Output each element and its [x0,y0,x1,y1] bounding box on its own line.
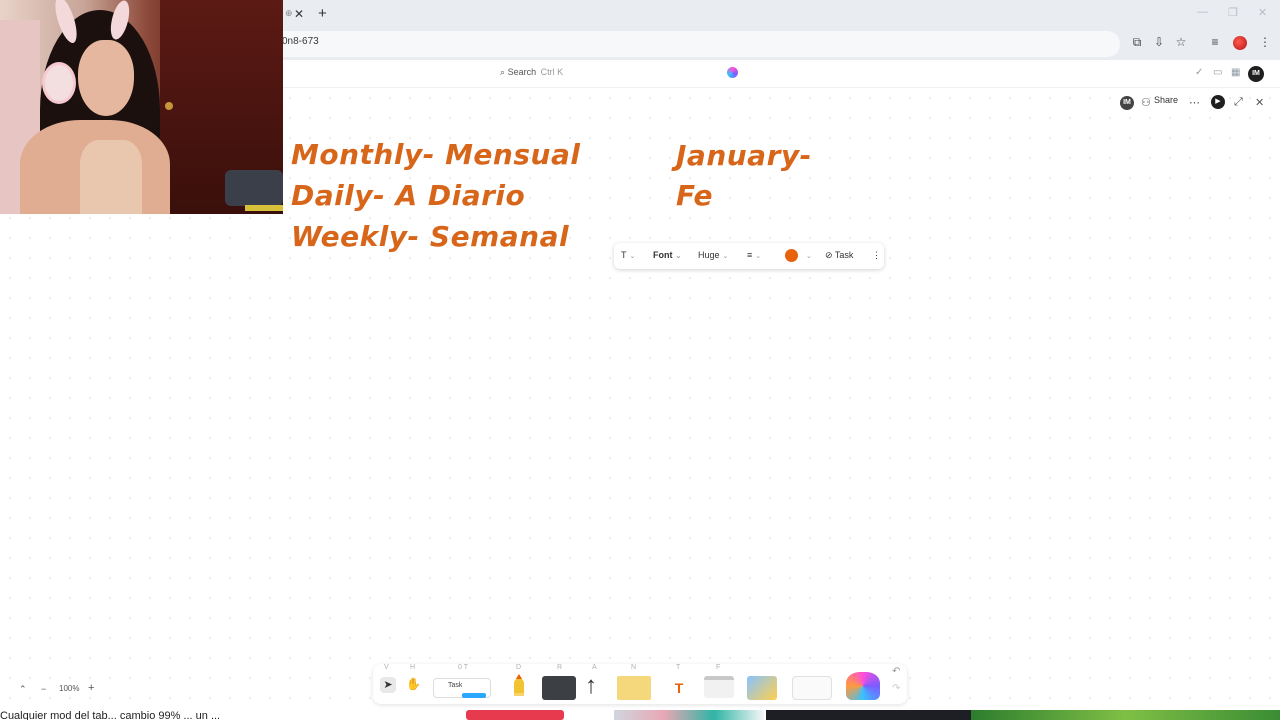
sparkle-icon[interactable] [727,67,738,78]
tool-key-task: 0 T [458,664,468,671]
share-icon: ⚇ [1141,97,1151,109]
canvas-text-line-2[interactable]: Daily- A Diario [291,179,525,212]
color-caret-icon[interactable]: ⌄ [803,250,812,260]
browser-menu-icon[interactable]: ⋮ [1257,34,1273,50]
task-icon: ⊘ [825,250,835,260]
text-type-icon: T [621,250,627,260]
taskbar-thumb-dark[interactable] [766,710,971,720]
webcam-top [80,140,142,214]
search-icon: ⌕ [500,67,506,77]
present-icon[interactable]: ▶ [1211,95,1225,109]
text-color-swatch[interactable] [785,249,798,262]
check-icon[interactable]: ✓ [1195,67,1203,78]
ai-tool-icon[interactable] [846,672,880,700]
font-label: Font [653,250,673,260]
canvas-text-line-1[interactable]: Monthly- Mensual [291,138,580,171]
zoom-level[interactable]: 100% [59,684,79,693]
webcam-hand [225,170,283,206]
text-format-toolbar: T ⌄ Font ⌄ Huge ⌄ ≡ ⌄ ⌄ ⊘ Task ⋮ [614,243,884,269]
shape-tool-icon[interactable] [542,676,576,700]
url-text[interactable]: 0n8-673 [282,36,319,47]
sticky-note-icon[interactable] [617,676,651,700]
install-icon[interactable]: ⇩ [1151,34,1167,50]
align-icon: ≡ [747,250,753,260]
collapse-icon[interactable]: ⌃ [19,684,27,695]
canvas-text-line-3[interactable]: Weekly- Semanal [291,220,569,253]
share-button[interactable]: Share [1154,95,1178,111]
frame-tool-icon[interactable] [704,676,734,698]
tool-key-draw: D [516,664,522,671]
undo-icon[interactable]: ↶ [892,666,900,677]
taskbar-thumb-green[interactable] [971,710,1280,720]
canvas-text-editing[interactable]: Fe [676,179,713,212]
search-shortcut: Ctrl K [540,67,564,77]
zoom-out-button[interactable]: − [41,684,46,694]
font-size-dropdown[interactable]: Huge ⌄ [698,250,728,260]
canvas-text-month[interactable]: January- [676,139,812,172]
image-tool-icon[interactable] [747,676,777,700]
reading-list-icon[interactable]: ≡ [1207,34,1223,50]
search-label: Search [507,67,537,77]
bookmark-star-icon[interactable]: ☆ [1173,34,1189,50]
task-label: Task [834,250,854,260]
more-icon[interactable]: ⋯ [1189,96,1200,109]
expand-icon[interactable]: ⤢ [1234,96,1243,109]
profile-avatar[interactable] [1233,36,1247,50]
more-options-icon[interactable]: ⋮ [872,250,881,261]
tool-key-text: T [676,664,681,671]
minimize-icon[interactable]: — [1197,6,1208,18]
tab-favicon-fragment: ⊕ [285,8,293,18]
tool-key-frame: F [716,664,721,671]
font-dropdown[interactable]: Font ⌄ [653,250,681,260]
text-tool-icon[interactable]: T [668,676,690,700]
diagram-tool-icon[interactable] [792,676,832,700]
tab-close-icon[interactable]: ✕ [294,7,304,21]
new-tab-button[interactable]: + [318,5,327,22]
cast-icon[interactable]: ⧉ [1129,34,1145,50]
close-icon[interactable]: ✕ [1255,96,1264,109]
pencil-icon[interactable] [512,674,526,698]
webcam-pen [245,205,283,211]
webcam-face [78,40,134,116]
taskbar-thumb-icons[interactable] [614,710,764,720]
taskbar-caption: Cualquier mod del tab... cambio 99% ... … [0,710,221,720]
tool-key-hand: H [410,664,416,671]
redo-icon[interactable]: ↷ [892,683,900,694]
task-tool-bar [462,693,486,698]
window-close-icon[interactable]: ✕ [1258,6,1267,19]
collaborator-avatar[interactable]: IM [1120,96,1134,110]
text-type-dropdown[interactable]: T ⌄ [621,250,635,260]
select-tool-icon[interactable]: ➤ [380,677,396,693]
align-dropdown[interactable]: ≡ ⌄ [747,250,761,260]
search-box[interactable]: ⌕ Search Ctrl K [500,67,563,81]
arrow-icon[interactable]: ↑ [585,672,597,700]
hand-tool-icon[interactable]: ✋ [406,677,421,691]
webcam-headphone [42,62,76,104]
webcam-overlay [0,0,283,214]
taskbar-thumb-red[interactable] [466,710,564,720]
grid-icon[interactable]: ▦ [1231,67,1240,78]
font-size-label: Huge [698,250,720,260]
tool-key-arrow: A [592,664,597,671]
tool-key-select: V [384,664,389,671]
restore-icon[interactable]: ❐ [1228,6,1238,19]
zoom-in-button[interactable]: + [88,682,94,694]
tool-key-shape: R [557,664,563,671]
user-avatar[interactable]: IM [1248,66,1264,82]
task-button[interactable]: ⊘ Task [825,250,853,261]
webcam-door-knob [165,102,173,110]
tool-key-note: N [631,664,637,671]
screen-icon[interactable]: ▭ [1213,67,1222,78]
